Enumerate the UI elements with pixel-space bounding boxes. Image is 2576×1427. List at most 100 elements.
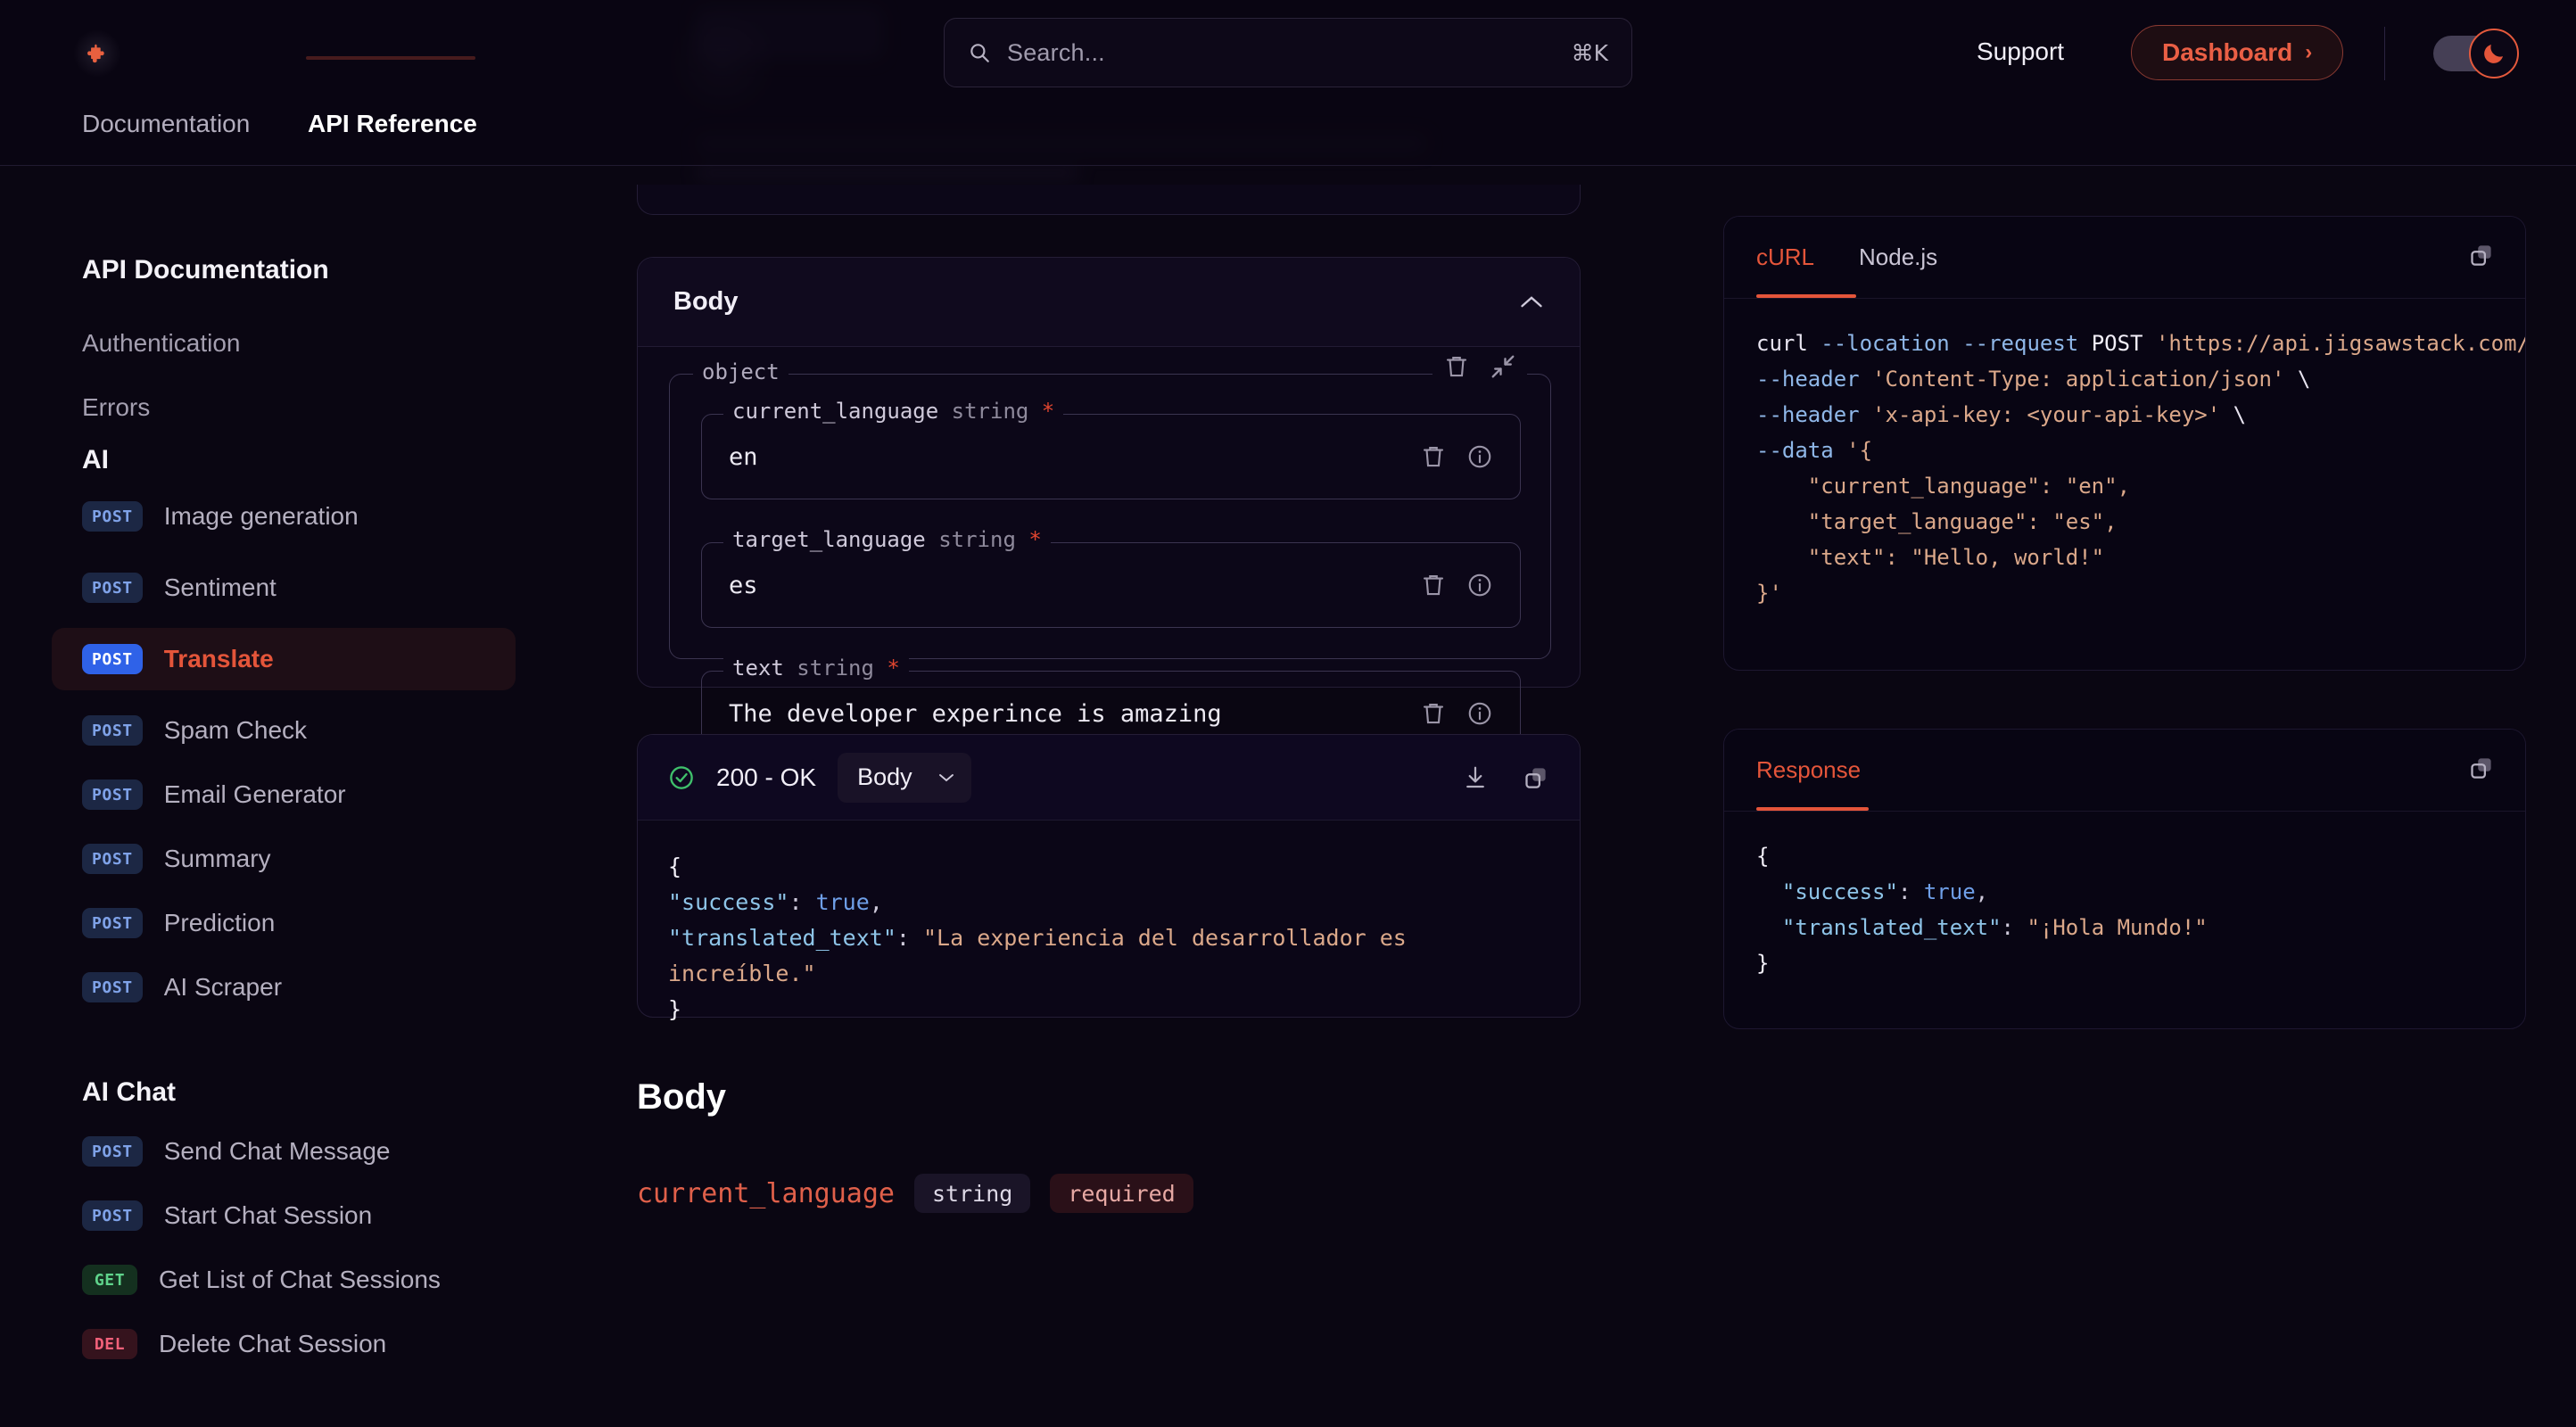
json-open-brace: {	[668, 854, 682, 879]
field-current-language[interactable]: current_language string * en	[701, 399, 1521, 499]
field-value-input[interactable]: en	[729, 443, 1420, 471]
download-icon[interactable]	[1462, 764, 1489, 791]
param-required-badge: required	[1050, 1174, 1193, 1213]
body-editor-title: Body	[673, 287, 739, 316]
field-legend: text string *	[723, 656, 909, 681]
support-link[interactable]: Support	[1977, 37, 2064, 66]
sidebar-item-translate[interactable]: POST Translate	[52, 628, 516, 690]
search-input[interactable]: Search... ⌘K	[944, 18, 1632, 87]
sidebar-item-label: AI Scraper	[163, 973, 283, 1001]
sidebar-item-summary[interactable]: POST Summary	[52, 828, 516, 890]
trash-icon[interactable]	[1443, 353, 1470, 380]
field-target-language[interactable]: target_language string * es	[701, 527, 1521, 628]
theme-toggle[interactable]	[2433, 29, 2519, 78]
sidebar-item-send-chat-message[interactable]: POST Send Chat Message	[52, 1120, 516, 1183]
sidebar-item-label: Start Chat Session	[163, 1201, 373, 1229]
tab-api-reference[interactable]: API Reference	[308, 106, 477, 166]
sidebar-item-authentication[interactable]: Authentication	[82, 329, 240, 358]
sidebar-item-label: Spam Check	[163, 716, 308, 744]
field-actions	[1420, 572, 1493, 598]
search-placeholder: Search...	[1007, 38, 1105, 66]
trash-icon[interactable]	[1420, 572, 1447, 598]
body-editor-card: Body object current_language string * en…	[637, 257, 1581, 851]
header-divider	[2384, 27, 2385, 80]
search-icon	[970, 44, 989, 62]
tab-documentation[interactable]: Documentation	[82, 106, 250, 166]
field-value-input[interactable]: The developer experince is amazing	[729, 700, 1420, 728]
jigsaw-puzzle-piece-icon	[87, 44, 104, 63]
chevron-down-icon	[938, 774, 954, 782]
param-type-badge: string	[913, 1174, 1031, 1213]
field-legend: current_language string *	[723, 399, 1064, 424]
sidebar-group-ai: AI	[82, 445, 109, 474]
sidebar-item-label: Email Generator	[163, 780, 346, 808]
copy-icon[interactable]	[1523, 764, 1549, 791]
field-actions	[1420, 443, 1493, 470]
sidebar-item-sentiment[interactable]: POST Sentiment	[52, 557, 516, 619]
response-code-block: { "success": true, "translated_text": "¡…	[1756, 844, 2208, 976]
object-fieldset-actions	[1432, 353, 1527, 380]
sidebar-item-spam-check[interactable]: POST Spam Check	[52, 699, 516, 762]
response-view-select[interactable]: Body	[838, 752, 971, 803]
chevron-up-icon[interactable]	[1519, 294, 1544, 309]
dashboard-button[interactable]: Dashboard ›	[2131, 25, 2344, 80]
body-editor-header[interactable]: Body	[638, 258, 1580, 347]
param-row-current-language: current_language string required	[637, 1174, 1193, 1213]
method-badge-post: POST	[82, 644, 143, 674]
method-badge-post: POST	[82, 1200, 143, 1231]
sidebar-item-ai-scraper[interactable]: POST AI Scraper	[52, 956, 516, 1019]
logo[interactable]	[73, 29, 121, 78]
method-badge-post: POST	[82, 779, 143, 810]
curl-url: 'https://api.jigsawstack.com/	[2143, 331, 2525, 356]
sidebar-group-ai-chat: AI Chat	[82, 1077, 176, 1107]
sidebar-item-delete-chat-session[interactable]: DEL Delete Chat Session	[52, 1313, 516, 1375]
copy-icon	[2471, 245, 2491, 266]
field-value-input[interactable]: es	[729, 572, 1420, 599]
tab-nodejs[interactable]: Node.js	[1859, 217, 1937, 299]
sidebar-item-label: Image generation	[163, 502, 359, 530]
sidebar-title: API Documentation	[82, 255, 329, 285]
tab-curl[interactable]: cURL	[1756, 217, 1814, 299]
code-sample-tabs: cURL Node.js	[1724, 217, 2525, 299]
param-name: current_language	[637, 1177, 895, 1209]
moon-icon	[2484, 45, 2503, 63]
info-circle-icon[interactable]	[1466, 700, 1493, 727]
object-fieldset-legend: object	[693, 359, 788, 384]
tab-response[interactable]: Response	[1756, 730, 1861, 812]
method-badge-post: POST	[82, 1136, 143, 1167]
search-shortcut-hint: ⌘K	[1571, 39, 1608, 66]
code-tab-active-indicator	[1756, 294, 1856, 298]
sidebar-item-get-list-of-chat-sessions[interactable]: GET Get List of Chat Sessions	[52, 1249, 516, 1311]
check-circle-icon	[670, 765, 693, 789]
sidebar-item-prediction[interactable]: POST Prediction	[52, 892, 516, 954]
info-circle-icon[interactable]	[1466, 572, 1493, 598]
response-tab-active-indicator	[1756, 807, 1869, 811]
previous-card-partial	[637, 185, 1581, 215]
sidebar-item-errors[interactable]: Errors	[82, 393, 150, 422]
method-badge-post: POST	[82, 501, 143, 532]
curl-code-block: curl --location --request POST 'https://…	[1724, 299, 2525, 638]
page-root: Search... ⌘K Support Dashboard › Documen…	[0, 0, 2576, 1427]
collapse-arrows-icon[interactable]	[1490, 353, 1516, 380]
json-close-brace: }	[668, 996, 682, 1022]
field-legend: target_language string *	[723, 527, 1051, 552]
method-badge-post: POST	[82, 573, 143, 603]
sidebar-item-email-generator[interactable]: POST Email Generator	[52, 763, 516, 826]
trash-icon[interactable]	[1420, 700, 1447, 727]
sidebar-item-image-generation[interactable]: POST Image generation	[52, 485, 516, 548]
info-circle-icon[interactable]	[1466, 443, 1493, 470]
trash-icon[interactable]	[1420, 443, 1447, 470]
chevron-right-icon: ›	[2305, 40, 2313, 64]
center-column: Body object current_language string * en…	[637, 166, 1707, 1427]
sidebar-item-label: Delete Chat Session	[159, 1330, 387, 1357]
response-copy-button[interactable]	[2468, 755, 2495, 786]
sidebar-item-label: Send Chat Message	[163, 1137, 391, 1165]
dashboard-button-label: Dashboard	[2162, 38, 2293, 66]
response-preview-card: 200 - OK Body { "success": true, "transl…	[637, 734, 1581, 1022]
response-status-text: 200 - OK	[716, 763, 817, 791]
sidebar-item-start-chat-session[interactable]: POST Start Chat Session	[52, 1184, 516, 1247]
sidebar-item-label: Sentiment	[163, 573, 277, 601]
code-copy-button[interactable]	[2468, 242, 2495, 273]
body-section-heading: Body	[637, 1077, 726, 1117]
json-value-success: true	[815, 889, 870, 915]
